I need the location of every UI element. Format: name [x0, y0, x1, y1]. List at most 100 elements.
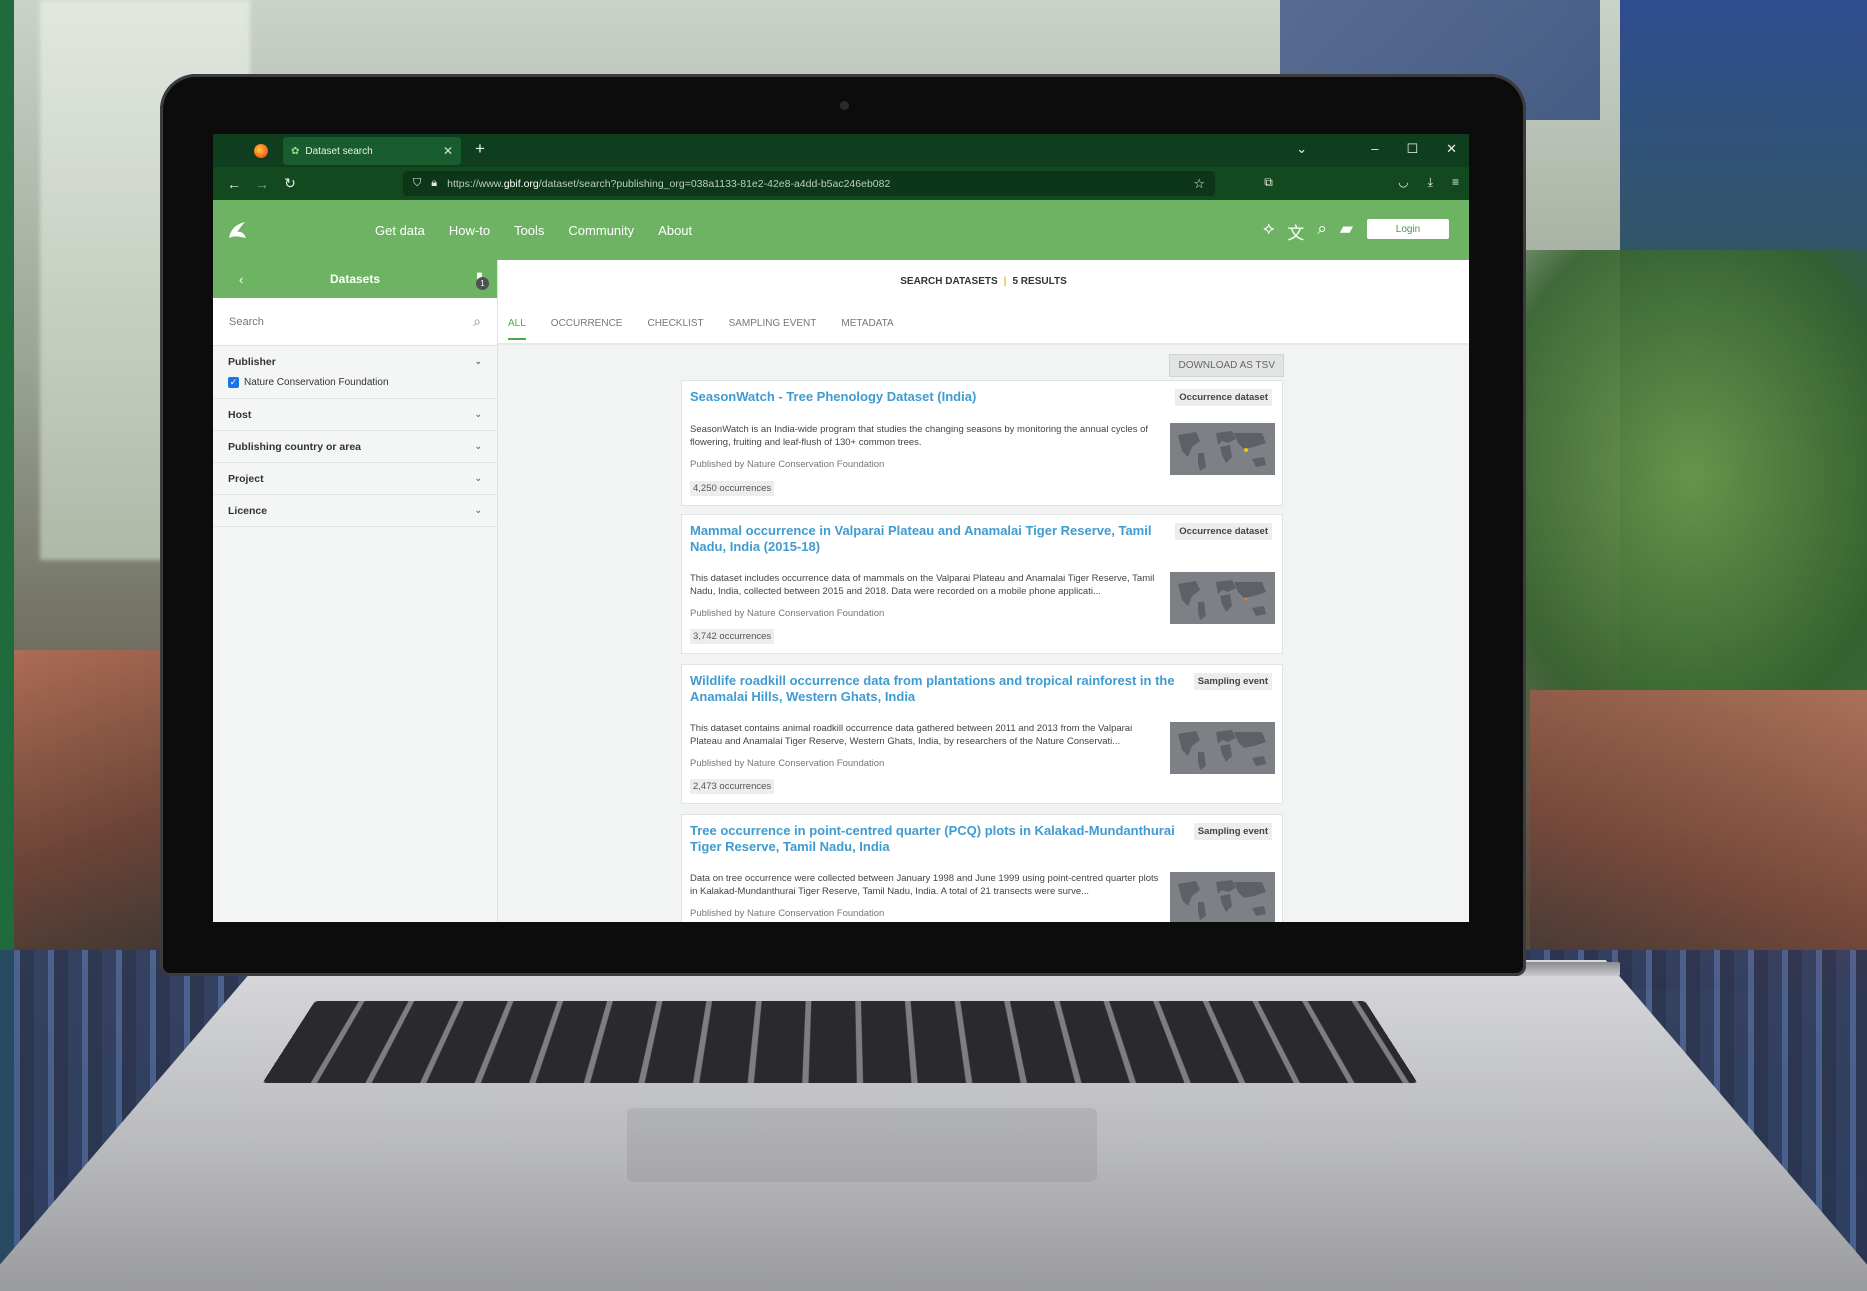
bookmark-star-icon[interactable]: ☆	[1193, 176, 1205, 192]
facet-label: Publisher	[228, 355, 276, 368]
dataset-type-badge: Occurrence dataset	[1175, 389, 1272, 406]
firefox-icon	[254, 143, 268, 158]
dataset-title[interactable]: Mammal occurrence in Valparai Plateau an…	[690, 523, 1180, 555]
download-icon[interactable]: ⤓	[1428, 175, 1433, 190]
dataset-description: Data on tree occurrence were collected b…	[690, 873, 1159, 897]
dataset-publisher: Published by Nature Conservation Foundat…	[690, 608, 885, 619]
tab-occurrence[interactable]: OCCURRENCE	[551, 318, 623, 340]
dataset-title[interactable]: SeasonWatch - Tree Phenology Dataset (In…	[690, 389, 1180, 405]
page-content: ‹ Datasets ▮1 ⌕ Publisher ⌄ ✓ Nature Con…	[213, 260, 1469, 922]
dataset-title[interactable]: Wildlife roadkill occurrence data from p…	[690, 673, 1180, 705]
results-panel: SEARCH DATASETS | 5 RESULTS ALL OCCURRENCE…	[498, 260, 1469, 922]
chevron-down-icon: ⌄	[474, 441, 482, 451]
tab-all[interactable]: ALL	[508, 318, 526, 340]
gbif-logo-icon[interactable]	[225, 218, 249, 242]
forward-icon[interactable]: →	[255, 176, 269, 192]
nav-about[interactable]: About	[658, 223, 692, 238]
address-bar[interactable]: ⛉ 🔒︎ https://www. gbif.org/dataset/search…	[403, 171, 1215, 196]
list-tabs-icon[interactable]: ⌄	[1296, 141, 1307, 157]
sidebar-title: Datasets	[329, 272, 381, 286]
search-icon[interactable]: ⌕	[1317, 219, 1327, 244]
dataset-card[interactable]: Tree occurrence in point-centred quarter…	[681, 814, 1283, 922]
filter-count-badge: 1	[476, 277, 489, 290]
dataset-card[interactable]: Wildlife roadkill occurrence data from p…	[681, 664, 1283, 804]
facet-option-label: Nature Conservation Foundation	[244, 377, 389, 388]
shield-icon: ⛉	[413, 177, 422, 189]
nav-community[interactable]: Community	[568, 223, 634, 238]
url-host: gbif.org	[503, 177, 539, 190]
dataset-card[interactable]: SeasonWatch - Tree Phenology Dataset (In…	[681, 380, 1283, 506]
checkbox-checked[interactable]: ✓	[228, 377, 239, 388]
dataset-type-badge: Sampling event	[1193, 673, 1272, 690]
feedback-icon[interactable]: ▰	[1340, 219, 1353, 244]
facet-label: Host	[228, 408, 252, 421]
results-count: 5 RESULTS	[1012, 276, 1067, 287]
dataset-publisher: Published by Nature Conservation Foundat…	[690, 758, 885, 769]
dataset-card[interactable]: Mammal occurrence in Valparai Plateau an…	[681, 514, 1283, 654]
chevron-down-icon: ⌄	[474, 409, 482, 419]
chevron-down-icon: ⌄	[474, 473, 482, 483]
close-window-icon[interactable]: ✕	[1446, 141, 1457, 157]
extension-icon[interactable]: ⧉	[1264, 175, 1273, 190]
facet-header[interactable]: Publishing country or area ⌄	[213, 431, 497, 462]
nav-tools[interactable]: Tools	[514, 223, 544, 238]
laptop-screen: ✿ Dataset search ✕ + ⌄ – ☐ ✕ ← → ↻ ⛉ 🔒︎ …	[213, 134, 1469, 922]
facet-header[interactable]: Publisher ⌄	[213, 346, 497, 377]
lock-icon: 🔒︎	[431, 177, 438, 189]
facet-label: Publishing country or area	[228, 440, 362, 453]
facet-label: Project	[228, 472, 264, 485]
tab-title: Dataset search	[305, 145, 373, 157]
url-path: /dataset/search?publishing_org=038a1133-…	[538, 177, 891, 190]
activity-icon[interactable]: ⟡	[1263, 219, 1274, 244]
close-tab-icon[interactable]: ✕	[443, 144, 453, 158]
chevron-down-icon: ⌄	[474, 356, 482, 366]
search-icon[interactable]: ⌕	[473, 313, 481, 330]
tab-metadata[interactable]: METADATA	[841, 318, 893, 340]
menu-icon[interactable]: ≡	[1452, 175, 1459, 190]
sidebar-search: ⌕	[213, 298, 497, 346]
facet-label: Licence	[228, 504, 268, 517]
download-tsv-button[interactable]: DOWNLOAD AS TSV	[1169, 354, 1284, 377]
facet-publisher: Publisher ⌄ ✓ Nature Conservation Founda…	[213, 346, 497, 399]
tab-checklist[interactable]: CHECKLIST	[647, 318, 703, 340]
facet-header[interactable]: Host ⌄	[213, 399, 497, 430]
login-button[interactable]: Login	[1367, 219, 1449, 239]
dataset-type-badge: Occurrence dataset	[1175, 523, 1272, 540]
dataset-publisher: Published by Nature Conservation Foundat…	[690, 908, 885, 919]
browser-tab-strip: ✿ Dataset search ✕ + ⌄ – ☐ ✕	[213, 134, 1469, 167]
chevron-down-icon: ⌄	[474, 505, 482, 515]
reload-icon[interactable]: ↻	[283, 175, 297, 192]
backdrop-table	[1530, 690, 1867, 990]
facet-header[interactable]: Licence ⌄	[213, 495, 497, 526]
pocket-icon[interactable]: ◡	[1398, 175, 1408, 190]
browser-navbar: ← → ↻ ⛉ 🔒︎ https://www. gbif.org/dataset/…	[213, 167, 1469, 200]
facet-option[interactable]: ✓ Nature Conservation Foundation	[213, 377, 497, 398]
search-input[interactable]	[229, 315, 474, 328]
occurrence-count: 4,250 occurrences	[690, 481, 775, 496]
occurrence-count: 2,473 occurrences	[690, 779, 775, 794]
gbif-favicon-icon: ✿	[291, 145, 300, 157]
facet-publishing-country: Publishing country or area ⌄	[213, 431, 497, 463]
nav-get-data[interactable]: Get data	[375, 223, 425, 238]
laptop-trackpad	[627, 1108, 1097, 1182]
url-prefix: https://www.	[447, 177, 504, 190]
dataset-description: SeasonWatch is an India-wide program tha…	[690, 424, 1149, 448]
nav-how-to[interactable]: How-to	[449, 223, 490, 238]
new-tab-button[interactable]: +	[475, 139, 485, 159]
back-icon[interactable]: ←	[227, 176, 241, 192]
dataset-type-badge: Sampling event	[1193, 823, 1272, 840]
filter-icon[interactable]: ▮1	[476, 269, 489, 290]
world-map-thumbnail	[1170, 872, 1275, 922]
minimize-icon[interactable]: –	[1371, 141, 1378, 157]
maximize-icon[interactable]: ☐	[1406, 141, 1418, 157]
world-map-thumbnail	[1170, 423, 1275, 475]
facet-header[interactable]: Project ⌄	[213, 463, 497, 494]
dataset-title[interactable]: Tree occurrence in point-centred quarter…	[690, 823, 1180, 855]
browser-tab[interactable]: ✿ Dataset search ✕	[283, 137, 461, 165]
results-heading: SEARCH DATASETS	[900, 276, 998, 287]
tab-sampling-event[interactable]: SAMPLING EVENT	[729, 318, 817, 340]
header-icons: ⟡ 文 ⌕ ▰	[1263, 219, 1353, 244]
site-header: Get data How-to Tools Community About ⟡ …	[213, 200, 1469, 260]
laptop-keyboard	[262, 1000, 1418, 1084]
translate-icon[interactable]: 文	[1287, 219, 1304, 244]
